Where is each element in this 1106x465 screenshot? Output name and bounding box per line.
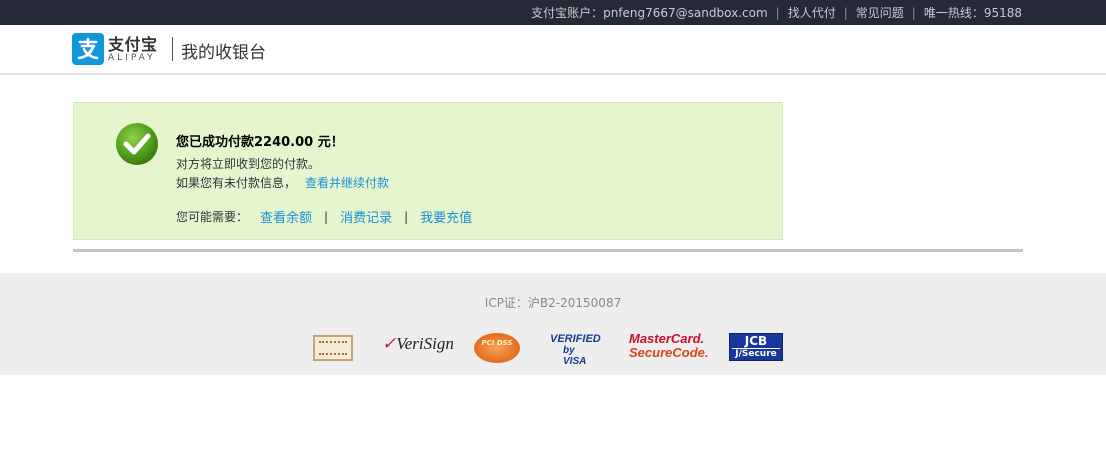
brand-divider [172, 37, 173, 61]
mastercard-securecode-badge[interactable]: MasterCard. SecureCode. [629, 331, 709, 364]
view-and-continue-link[interactable]: 查看并继续付款 [305, 176, 389, 190]
mastercard-line1: MasterCard. [629, 331, 705, 346]
success-message: 对方将立即收到您的付款。 [176, 157, 321, 171]
certificate-badge-icon[interactable] [313, 335, 353, 361]
visa-line1: VERIFIED [550, 333, 601, 345]
jcb-line1: JCB [744, 334, 768, 348]
hotline-text: 唯一热线：95188 [923, 6, 1022, 20]
jcb-line2: J/Secure [732, 348, 780, 360]
brand-name-en: ALIPAY [108, 53, 156, 63]
separator: | [911, 5, 916, 20]
top-up-link[interactable]: 我要充值 [420, 207, 472, 226]
suggested-actions-label: 您可能需要： [176, 210, 249, 224]
verisign-check-icon: ✓ [382, 334, 397, 353]
unpaid-info-text: 如果您有未付款信息， [176, 176, 297, 190]
header: 支付宝 ALIPAY 我的收银台 [0, 25, 1106, 75]
jcb-jsecure-badge[interactable]: JCB J/Secure [729, 333, 783, 361]
icp-license: ICP证：沪B2-20150087 [484, 296, 622, 310]
verified-by-visa-badge[interactable]: VERIFIED by VISA [550, 333, 601, 368]
verisign-label: VeriSign [396, 334, 454, 353]
view-balance-link[interactable]: 查看余额 [260, 207, 312, 226]
success-title: 您已成功付款2240.00 元！ [176, 135, 344, 150]
pci-label: PCI DSS [481, 339, 513, 347]
page-title: 我的收银台 [181, 43, 266, 63]
separator: | [404, 209, 409, 224]
brand-name: 支付宝 [108, 35, 158, 54]
faq-link[interactable]: 常见问题 [856, 4, 904, 21]
pci-dss-badge[interactable]: PCI DSS [474, 333, 520, 363]
unpaid-info-row: 如果您有未付款信息， 查看并继续付款 [176, 174, 389, 191]
footer: ICP证：沪B2-20150087 ✓VeriSign PCI DSS VERI… [0, 273, 1106, 375]
top-bar: 支付宝账户：pnfeng7667@sandbox.com | 找人代付 | 常见… [0, 0, 1106, 25]
payment-success-panel: 您已成功付款2240.00 元！ 对方将立即收到您的付款。 如果您有未付款信息，… [73, 102, 783, 240]
alipay-logo-icon[interactable] [72, 33, 104, 65]
success-check-icon [116, 123, 158, 165]
find-payer-link[interactable]: 找人代付 [788, 4, 836, 21]
separator: | [324, 209, 329, 224]
visa-line2: by VISA [563, 345, 587, 367]
suggested-actions-row: 您可能需要： 查看余额 | 消费记录 | 我要充值 [176, 207, 472, 227]
separator: | [775, 5, 780, 20]
spending-record-link[interactable]: 消费记录 [340, 207, 392, 226]
content-divider [73, 249, 1023, 252]
top-bar-links: 支付宝账户：pnfeng7667@sandbox.com | 找人代付 | 常见… [531, 0, 1022, 25]
separator: | [843, 5, 848, 20]
account-label: 支付宝账户：pnfeng7667@sandbox.com [531, 6, 768, 20]
mastercard-line2: SecureCode. [629, 345, 709, 360]
verisign-badge[interactable]: ✓VeriSign [382, 334, 454, 366]
